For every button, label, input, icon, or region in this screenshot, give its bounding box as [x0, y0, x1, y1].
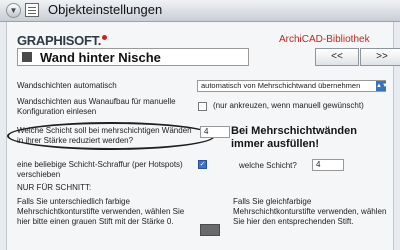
structure-checkbox[interactable]: [198, 102, 207, 111]
graphisoft-logo: GRAPHISOFT.: [17, 33, 108, 48]
structure-hint: (nur ankreuzen, wenn manuell gewünscht): [213, 101, 364, 110]
auto-layers-select[interactable]: automatisch von Mehrschichtwand übernehm…: [197, 80, 386, 92]
library-label: ArchiCAD-Bibliothek: [279, 34, 370, 45]
reduce-layer-input[interactable]: 4: [200, 126, 230, 138]
section-only-heading: NUR FÜR SCHNITT:: [17, 183, 92, 192]
object-name: Wand hinter Nische: [40, 50, 161, 65]
pen-right-text: Falls Sie gleichfarbige Mehrschichtkontu…: [233, 197, 387, 226]
hatch-checkbox[interactable]: ✓: [198, 160, 207, 169]
hatch-label: eine beliebige Schicht-Schraffur (per Ho…: [17, 160, 183, 179]
title-bar: ▼ Objekteinstellungen: [0, 0, 400, 22]
object-icon: [22, 52, 32, 62]
structure-label: Wandschichten aus Wanaufbau für manuelle…: [17, 97, 176, 116]
logo-mark-icon: [102, 35, 108, 40]
reduce-warning: Bei Mehrschichtwänden immer ausfüllen!: [231, 125, 357, 150]
previous-object-button[interactable]: <<: [315, 48, 359, 66]
object-name-field: Wand hinter Nische: [17, 48, 249, 66]
which-layer-label: welche Schicht?: [239, 161, 297, 170]
object-settings-panel: GRAPHISOFT. ArchiCAD-Bibliothek Wand hin…: [6, 22, 400, 250]
reduce-layer-label: Welche Schicht soll bei mehrschichtigen …: [17, 126, 192, 145]
next-object-button[interactable]: >>: [360, 48, 400, 66]
pen-color-swatch[interactable]: [200, 224, 220, 236]
settings-list-icon: [25, 3, 39, 17]
collapse-triangle-icon[interactable]: ▼: [6, 3, 21, 18]
logo-text: GRAPHISOFT.: [17, 33, 102, 48]
which-layer-input[interactable]: 4: [312, 159, 344, 171]
auto-layers-label: Wandschichten automatisch: [17, 81, 117, 90]
select-arrows-icon[interactable]: ▲▼: [376, 81, 388, 91]
panel-title: Objekteinstellungen: [48, 2, 163, 17]
pen-left-text: Falls Sie unterschiedlich farbige Mehrsc…: [17, 197, 185, 226]
